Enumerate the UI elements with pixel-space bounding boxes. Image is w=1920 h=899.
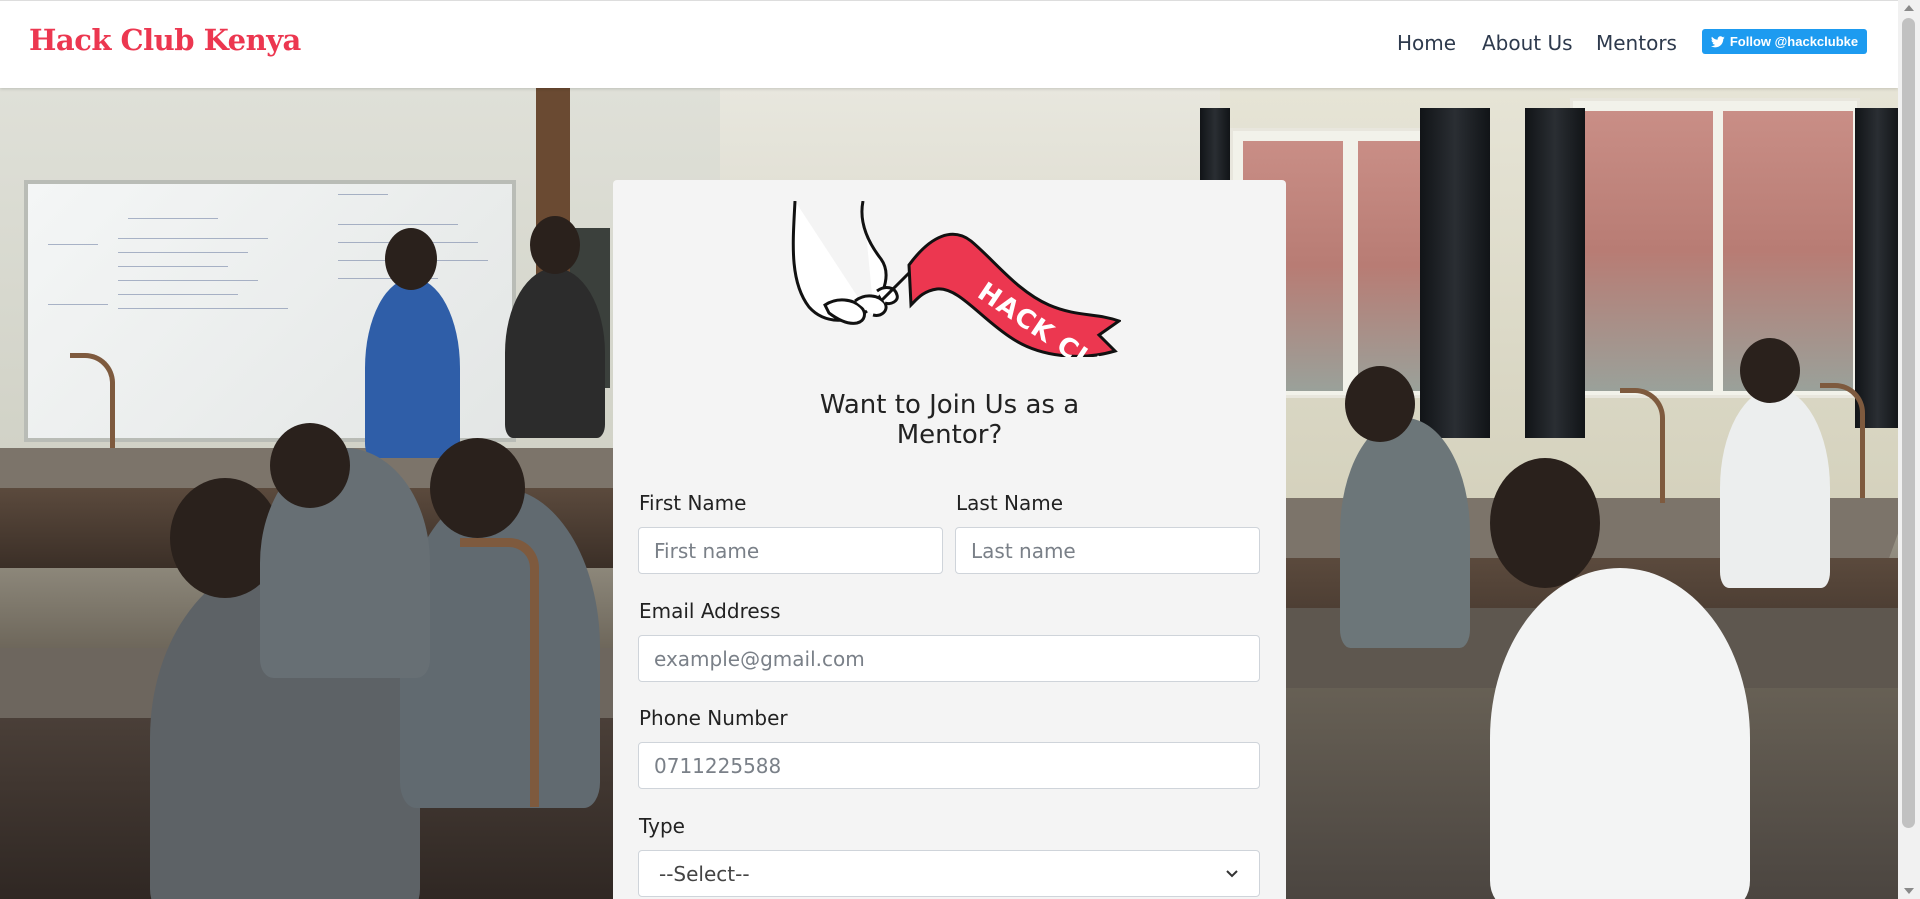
- follow-button-label: Follow @hackclubke: [1729, 34, 1859, 49]
- twitter-bird-icon: [1710, 35, 1725, 47]
- mentor-signup-card: HACK CLUB Want to Join Us as a Mentor? F…: [613, 180, 1286, 899]
- brand-logo-text[interactable]: Hack Club Kenya: [29, 23, 301, 57]
- type-select-value: --Select--: [659, 861, 750, 886]
- email-label: Email Address: [639, 599, 781, 623]
- page-scrollbar[interactable]: [1898, 0, 1920, 899]
- nav-link-home[interactable]: Home: [1397, 31, 1456, 55]
- last-name-input[interactable]: [955, 527, 1260, 574]
- phone-label: Phone Number: [639, 706, 788, 730]
- type-label: Type: [639, 814, 685, 838]
- last-name-label: Last Name: [956, 491, 1064, 515]
- email-input[interactable]: [638, 635, 1260, 682]
- nav-link-mentors[interactable]: Mentors: [1596, 31, 1677, 55]
- navbar: Hack Club Kenya Home About Us Mentors Fo…: [0, 0, 1898, 88]
- twitter-follow-button[interactable]: Follow @hackclubke: [1702, 29, 1867, 54]
- form-title: Want to Join Us as a Mentor?: [819, 390, 1080, 450]
- hack-club-flag-logo: HACK CLUB: [791, 201, 1121, 357]
- phone-input[interactable]: [638, 742, 1260, 789]
- first-name-input[interactable]: [638, 527, 943, 574]
- chevron-down-icon: [1226, 869, 1238, 877]
- scroll-down-arrow-icon[interactable]: [1904, 888, 1914, 894]
- first-name-label: First Name: [639, 491, 747, 515]
- nav-link-about-us[interactable]: About Us: [1482, 31, 1573, 55]
- scroll-thumb[interactable]: [1902, 18, 1915, 828]
- type-select[interactable]: --Select--: [638, 850, 1260, 897]
- scroll-up-arrow-icon[interactable]: [1904, 5, 1914, 11]
